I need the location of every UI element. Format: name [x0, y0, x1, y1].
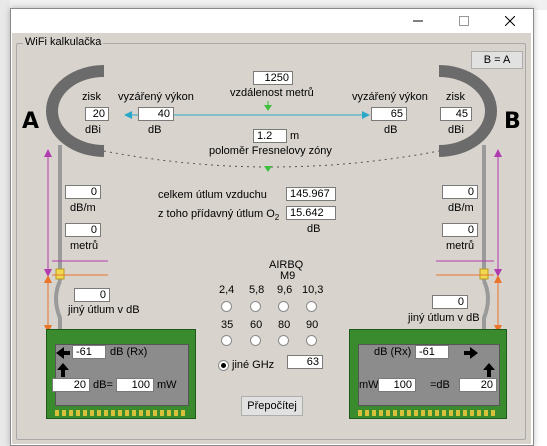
recalculate-button[interactable]: Přepočítej	[241, 396, 303, 416]
title-bar[interactable]	[11, 9, 533, 33]
freq-label-9-6: 9,6	[277, 284, 293, 296]
right-rx-unit: dB (Rx)	[374, 346, 412, 358]
freq-label-2-4: 2,4	[219, 284, 235, 296]
right-other-loss-label: jiný útlum v dB	[408, 312, 480, 324]
left-loss-per-meter-input[interactable]	[65, 185, 101, 199]
o2-loss-field[interactable]	[286, 206, 336, 220]
left-up-arrow-icon	[57, 363, 69, 377]
air-loss-field[interactable]	[286, 187, 336, 201]
freq-radio-5-8[interactable]	[250, 301, 261, 312]
left-cable-length-input[interactable]	[65, 223, 101, 237]
fresnel-unit: m	[290, 130, 300, 142]
freq-radio-other[interactable]	[218, 360, 229, 371]
freq-radio-2-4[interactable]	[221, 301, 232, 312]
close-button[interactable]	[487, 9, 533, 33]
freq-label-60: 60	[250, 319, 263, 331]
right-mw-unit: mW	[359, 379, 379, 391]
left-dbm-input[interactable]	[52, 378, 90, 392]
right-board-pins	[358, 410, 498, 416]
left-other-loss-label: jiný útlum v dB	[68, 304, 140, 316]
right-up-arrow-icon	[483, 363, 495, 377]
left-gain-unit: dBi	[85, 124, 101, 136]
freq-other-label: jiné GHz	[232, 359, 275, 371]
freq-radio-10-3[interactable]	[306, 301, 317, 312]
freq-radio-35[interactable]	[221, 335, 232, 346]
right-erp-input[interactable]	[371, 107, 407, 121]
left-rx-field[interactable]	[72, 345, 106, 359]
distance-input[interactable]	[253, 71, 293, 85]
right-loss-per-meter-input[interactable]	[442, 185, 478, 199]
station-a-letter: A	[22, 109, 40, 134]
freq-radio-9-6[interactable]	[278, 301, 289, 312]
right-gain-input[interactable]	[440, 107, 472, 121]
minimize-icon	[413, 20, 423, 22]
right-rx-field[interactable]	[415, 345, 449, 359]
left-erp-unit: dB	[148, 124, 162, 136]
freq-label-35: 35	[221, 319, 234, 331]
left-rx-arrow-icon	[56, 347, 70, 359]
right-mw-input[interactable]	[378, 378, 416, 392]
right-cable-length-input[interactable]	[442, 223, 478, 237]
maximize-button[interactable]	[441, 9, 487, 33]
fresnel-radius-field[interactable]	[253, 129, 287, 143]
o2-loss-unit: dB	[307, 223, 321, 235]
left-erp-label: vyzářený výkon	[118, 91, 194, 103]
left-erp-input[interactable]	[138, 107, 174, 121]
close-icon	[504, 15, 516, 27]
swap-button[interactable]: B = A	[471, 51, 523, 69]
right-dbm-input[interactable]	[459, 378, 497, 392]
left-board-pins	[55, 410, 187, 416]
freq-label-10-3: 10,3	[302, 284, 324, 296]
freq-label-5-8: 5,8	[249, 284, 265, 296]
right-other-loss-input[interactable]	[432, 295, 468, 309]
distance-label: vzdálenost metrů	[230, 87, 314, 99]
client-area: WiFi kalkulačka A B B = A zisk 20 dBi vy…	[12, 33, 531, 444]
freq-radio-90[interactable]	[306, 335, 317, 346]
station-b-letter: B	[504, 109, 521, 134]
right-loss-per-meter-unit: dB/m	[448, 202, 474, 214]
freq-radio-80[interactable]	[278, 335, 289, 346]
minimize-button[interactable]	[395, 9, 441, 33]
freq-label-90: 90	[306, 319, 319, 331]
left-loss-per-meter-unit: dB/m	[70, 202, 96, 214]
right-db-eq: =dB	[430, 379, 450, 391]
freq-other-input[interactable]	[287, 355, 323, 369]
right-cable-length-unit: metrů	[446, 240, 475, 252]
fresnel-label: poloměr Fresnelovy zóny	[209, 145, 332, 157]
freq-subtitle: M9	[280, 270, 296, 282]
left-mw-input[interactable]	[116, 378, 154, 392]
left-mw-unit: mW	[157, 379, 177, 391]
right-erp-label: vyzářený výkon	[352, 91, 428, 103]
o2-loss-label: z toho přídavný útlum O2	[158, 208, 280, 223]
right-gain-label: zisk	[446, 91, 465, 103]
left-cable-length-unit: metrů	[70, 240, 99, 252]
left-gain-input[interactable]	[85, 107, 109, 121]
right-gain-unit: dBi	[448, 124, 464, 136]
left-other-loss-input[interactable]	[74, 288, 110, 302]
freq-radio-60[interactable]	[250, 335, 261, 346]
air-loss-label: celkem útlum vzduchu	[158, 189, 267, 201]
left-gain-label: zisk	[82, 91, 101, 103]
freq-label-80: 80	[278, 319, 291, 331]
right-erp-unit: dB	[384, 124, 398, 136]
right-rx-arrow-icon	[464, 347, 478, 359]
left-rx-unit: dB (Rx)	[110, 346, 148, 358]
left-dbm-eq: dB=	[93, 379, 113, 391]
maximize-icon	[459, 16, 469, 26]
wifi-calculator-window: WiFi kalkulačka A B B = A zisk 20 dBi vy…	[10, 8, 534, 446]
